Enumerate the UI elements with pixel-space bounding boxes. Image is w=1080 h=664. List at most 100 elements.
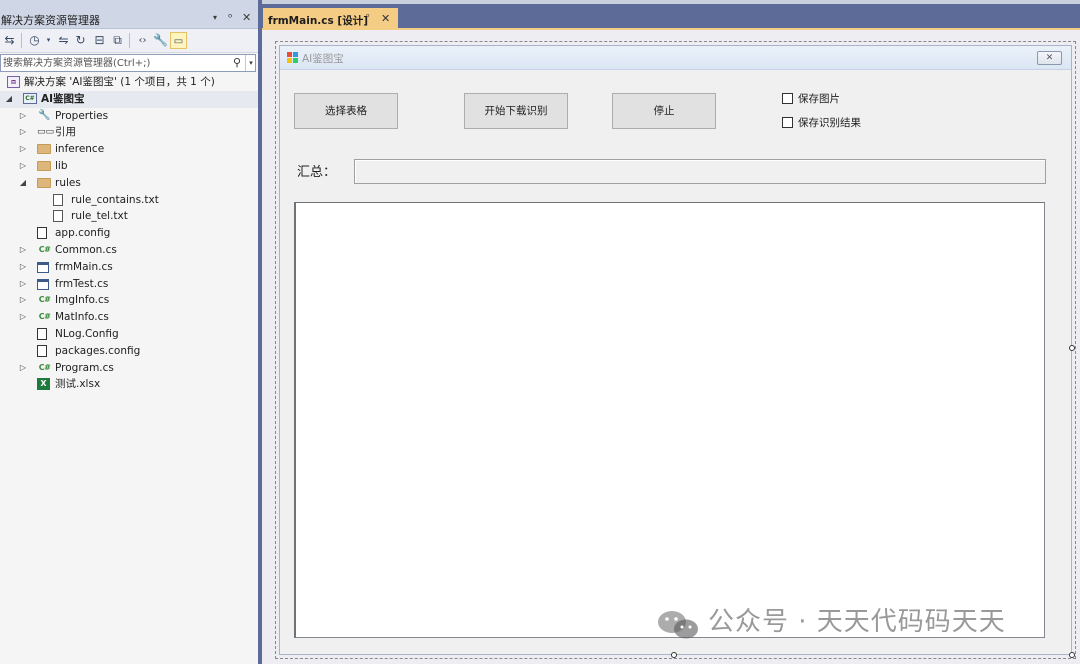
- checkbox-label: 保存图片: [798, 93, 840, 105]
- collapse-arrow-icon[interactable]: ◢: [18, 176, 28, 190]
- config-file-icon: [37, 328, 47, 340]
- show-all-files-icon[interactable]: ⧉: [109, 32, 126, 49]
- tree-item[interactable]: packages.config: [0, 343, 258, 360]
- tree-item[interactable]: ▷ frmMain.cs: [0, 259, 258, 276]
- start-download-recognize-button[interactable]: 开始下载识别: [464, 93, 568, 129]
- form-app-icon: [287, 52, 298, 63]
- sync-with-document-icon[interactable]: ⇆: [1, 32, 18, 49]
- tree-item-label: app.config: [55, 227, 111, 240]
- tree-item-label: inference: [55, 143, 105, 156]
- collapse-arrow-icon[interactable]: ◢: [4, 92, 14, 106]
- resize-handle-right[interactable]: [1069, 345, 1075, 351]
- tree-item-label: AI鉴图宝: [41, 92, 85, 105]
- tree-item[interactable]: ▷ C# MatInfo.cs: [0, 309, 258, 326]
- code-view-icon[interactable]: ‹›: [134, 32, 151, 49]
- folder-icon: [37, 144, 51, 155]
- expand-arrow-icon[interactable]: ▷: [18, 260, 28, 274]
- summary-textbox[interactable]: [354, 159, 1046, 184]
- tree-item-label: MatInfo.cs: [55, 311, 109, 324]
- auto-hide-pin-icon[interactable]: ᵒ: [228, 11, 233, 24]
- designed-form[interactable]: AI鉴图宝 ✕ 选择表格 开始下载识别 停止 保存图片 保存识别结果 汇总：: [275, 41, 1076, 659]
- result-list-area[interactable]: [294, 202, 1045, 638]
- tree-item[interactable]: ▷ 🔧 Properties: [0, 108, 258, 125]
- tree-item-label: 解决方案 'AI鉴图宝' (1 个项目，共 1 个): [24, 76, 215, 88]
- folder-icon: [37, 161, 51, 171]
- expand-arrow-icon[interactable]: ▷: [18, 293, 28, 307]
- tree-item-label: rule_contains.txt: [71, 193, 159, 206]
- tree-item-label: frmTest.cs: [55, 277, 109, 290]
- tree-item-label: frmMain.cs: [55, 260, 113, 273]
- expand-arrow-icon[interactable]: ▷: [18, 361, 28, 375]
- config-file-icon: [37, 344, 47, 357]
- wechat-logo-icon: [658, 611, 698, 639]
- select-sheet-button[interactable]: 选择表格: [294, 93, 398, 129]
- csharp-file-icon: C#: [38, 245, 51, 254]
- tree-item-label: lib: [55, 160, 68, 172]
- form-file-icon: [37, 261, 49, 273]
- form-file-icon: [37, 278, 49, 290]
- expand-arrow-icon[interactable]: ▷: [18, 159, 28, 173]
- expand-arrow-icon[interactable]: ▷: [18, 277, 28, 291]
- tree-item[interactable]: ▷ C# Common.cs: [0, 242, 258, 259]
- close-panel-icon[interactable]: ✕: [242, 11, 251, 24]
- tree-item[interactable]: rule_tel.txt: [0, 208, 258, 225]
- tree-item[interactable]: X 测试.xlsx: [0, 376, 258, 393]
- tree-item-label: ImgInfo.cs: [55, 294, 110, 307]
- folder-icon: [37, 177, 51, 188]
- document-tab-strip: frmMain.cs [设计] ᵒ ✕: [262, 0, 1080, 32]
- form-title: AI鉴图宝: [302, 53, 344, 65]
- tree-item[interactable]: ⧈ 解决方案 'AI鉴图宝' (1 个项目，共 1 个): [0, 74, 258, 91]
- summary-label: 汇总：: [297, 165, 337, 180]
- collapse-all-icon[interactable]: ⊟: [91, 32, 108, 49]
- tree-item-label: rule_tel.txt: [71, 210, 128, 223]
- form-close-icon[interactable]: ✕: [1037, 51, 1062, 65]
- solution-icon: ⧈: [7, 76, 20, 88]
- search-icon[interactable]: ⚲: [230, 55, 244, 71]
- preview-selected-icon[interactable]: ▭: [170, 32, 187, 49]
- tree-item[interactable]: ▷ inference: [0, 141, 258, 158]
- tree-item[interactable]: ◢ rules: [0, 175, 258, 192]
- excel-file-icon: X: [37, 378, 50, 391]
- tree-item-label: 引用: [55, 126, 76, 139]
- properties-wrench-icon[interactable]: 🔧: [152, 32, 169, 49]
- checkbox-box[interactable]: [782, 117, 793, 128]
- tree-item[interactable]: ▷ C# ImgInfo.cs: [0, 292, 258, 309]
- panel-options-dropdown-icon[interactable]: ▾: [213, 13, 217, 22]
- checkbox-box[interactable]: [782, 93, 793, 104]
- tree-item[interactable]: app.config: [0, 225, 258, 242]
- tree-item[interactable]: ▷ lib: [0, 158, 258, 175]
- expand-arrow-icon[interactable]: ▷: [18, 310, 28, 324]
- tab-label: frmMain.cs [设计]: [268, 15, 369, 27]
- tree-item[interactable]: ▷ ▭▭ 引用: [0, 124, 258, 141]
- text-file-icon: [53, 210, 63, 223]
- expand-arrow-icon[interactable]: ▷: [18, 142, 28, 156]
- toolbar-separator: [21, 33, 22, 48]
- references-icon: ▭▭: [37, 127, 55, 138]
- pin-tab-icon[interactable]: ᵒ: [366, 13, 370, 23]
- refresh-icon[interactable]: ↻: [72, 32, 89, 49]
- tree-item[interactable]: NLog.Config: [0, 326, 258, 343]
- expand-arrow-icon[interactable]: ▷: [18, 125, 28, 139]
- watermark-text: 公众号 · 天天代码码天天: [708, 607, 1006, 637]
- solution-explorer-toolbar: ⇆ ◷ ▾ ⇋ ↻ ⊟ ⧉ ‹› 🔧 ▭: [0, 29, 258, 53]
- expand-arrow-icon[interactable]: ▷: [18, 109, 28, 123]
- solution-explorer-title: 解决方案资源管理器: [1, 14, 100, 27]
- stop-button[interactable]: 停止: [612, 93, 716, 129]
- tree-item[interactable]: ◢ C# AI鉴图宝: [0, 90, 258, 108]
- tree-item[interactable]: rule_contains.txt: [0, 192, 258, 209]
- close-tab-icon[interactable]: ✕: [381, 12, 390, 25]
- expand-arrow-icon[interactable]: ▷: [18, 243, 28, 257]
- csharp-file-icon: C#: [38, 362, 51, 372]
- tree-item-label: Program.cs: [55, 361, 114, 374]
- tree-item[interactable]: ▷ C# Program.cs: [0, 360, 258, 377]
- search-options-dropdown-icon[interactable]: ▾: [245, 55, 256, 71]
- config-file-icon: [37, 227, 47, 240]
- solution-explorer-titlebar: 解决方案资源管理器 ▾ ᵒ ✕: [0, 0, 258, 29]
- tree-item[interactable]: ▷ frmTest.cs: [0, 276, 258, 293]
- form-titlebar: AI鉴图宝 ✕: [280, 46, 1071, 70]
- tree-item-label: rules: [55, 176, 81, 189]
- search-input[interactable]: [1, 55, 227, 71]
- resize-handle-corner[interactable]: [1069, 652, 1075, 658]
- switch-views-icon[interactable]: ⇋: [55, 32, 72, 49]
- resize-handle-bottom[interactable]: [671, 652, 677, 658]
